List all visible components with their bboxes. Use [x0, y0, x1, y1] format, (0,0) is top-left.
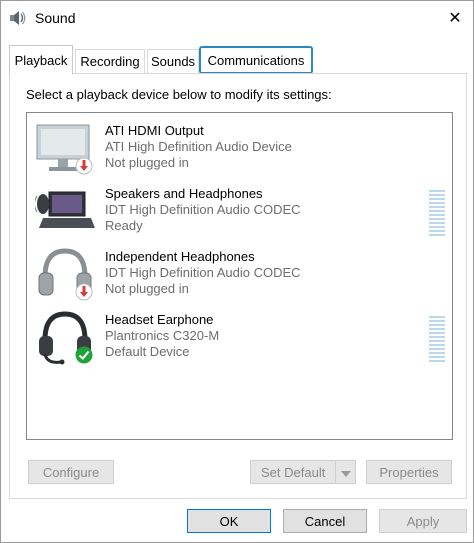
- properties-label: Properties: [379, 464, 439, 480]
- set-default-button[interactable]: Set Default: [250, 460, 356, 484]
- default-check-badge-icon: [75, 346, 93, 367]
- tab-label: Playback: [14, 52, 68, 68]
- tab-label: Recording: [80, 54, 140, 69]
- set-default-dropdown[interactable]: [335, 461, 355, 483]
- close-button[interactable]: ✕: [441, 5, 469, 31]
- unplugged-badge-icon: [75, 283, 93, 304]
- close-icon: ✕: [448, 10, 462, 27]
- device-info: Headset Earphone Plantronics C320-M Defa…: [105, 312, 219, 360]
- ok-label: OK: [219, 513, 239, 529]
- device-name: ATI HDMI Output: [105, 123, 204, 138]
- speaker-icon: [9, 9, 27, 27]
- tab-strip: Playback Recording Sounds Communications: [9, 45, 469, 74]
- tab-label: Sounds: [150, 54, 196, 69]
- device-info: Independent Headphones IDT High Definiti…: [105, 249, 301, 297]
- device-status: Default Device: [105, 344, 190, 359]
- device-driver: Plantronics C320-M: [105, 328, 220, 343]
- device-name: Speakers and Headphones: [105, 186, 263, 201]
- device-status: Ready: [105, 218, 143, 233]
- configure-button[interactable]: Configure: [28, 460, 114, 484]
- laptop-speaker-icon: [34, 184, 95, 240]
- playback-panel: Select a playback device below to modify…: [9, 73, 467, 499]
- unplugged-badge-icon: [75, 157, 93, 178]
- window-title: Sound: [35, 10, 76, 26]
- volume-level-meter: [429, 316, 445, 362]
- tab-communications[interactable]: Communications: [199, 46, 313, 74]
- instruction-text: Select a playback device below to modify…: [26, 87, 332, 102]
- device-info: Speakers and Headphones IDT High Definit…: [105, 186, 301, 234]
- tab-recording[interactable]: Recording: [75, 49, 145, 73]
- ok-button[interactable]: OK: [187, 509, 271, 533]
- apply-label: Apply: [406, 513, 440, 529]
- device-item-ati-hdmi-output[interactable]: ATI HDMI Output ATI High Definition Audi…: [27, 117, 452, 180]
- sound-dialog: Sound ✕ Playback Recording Sounds Commun…: [0, 0, 474, 543]
- device-item-speakers-and-headphones[interactable]: Speakers and Headphones IDT High Definit…: [27, 180, 452, 243]
- device-status: Not plugged in: [105, 155, 189, 170]
- device-driver: IDT High Definition Audio CODEC: [105, 265, 301, 280]
- tab-sounds[interactable]: Sounds: [147, 49, 199, 73]
- apply-button[interactable]: Apply: [379, 509, 467, 533]
- tab-playback[interactable]: Playback: [9, 45, 73, 74]
- cancel-label: Cancel: [304, 513, 346, 529]
- device-item-headset-earphone[interactable]: Headset Earphone Plantronics C320-M Defa…: [27, 306, 452, 369]
- title-bar: Sound ✕: [1, 1, 473, 35]
- volume-level-meter: [429, 190, 445, 236]
- device-status: Not plugged in: [105, 281, 189, 296]
- chevron-down-icon: [340, 465, 351, 480]
- device-driver: ATI High Definition Audio Device: [105, 139, 292, 154]
- device-info: ATI HDMI Output ATI High Definition Audi…: [105, 123, 292, 171]
- configure-label: Configure: [42, 464, 100, 480]
- device-item-independent-headphones[interactable]: Independent Headphones IDT High Definiti…: [27, 243, 452, 306]
- set-default-label: Set Default: [261, 464, 326, 480]
- properties-button[interactable]: Properties: [366, 460, 452, 484]
- cancel-button[interactable]: Cancel: [283, 509, 367, 533]
- device-list[interactable]: ATI HDMI Output ATI High Definition Audi…: [26, 112, 453, 440]
- device-driver: IDT High Definition Audio CODEC: [105, 202, 301, 217]
- device-name: Headset Earphone: [105, 312, 214, 327]
- tab-label: Communications: [207, 52, 305, 68]
- device-name: Independent Headphones: [105, 249, 255, 264]
